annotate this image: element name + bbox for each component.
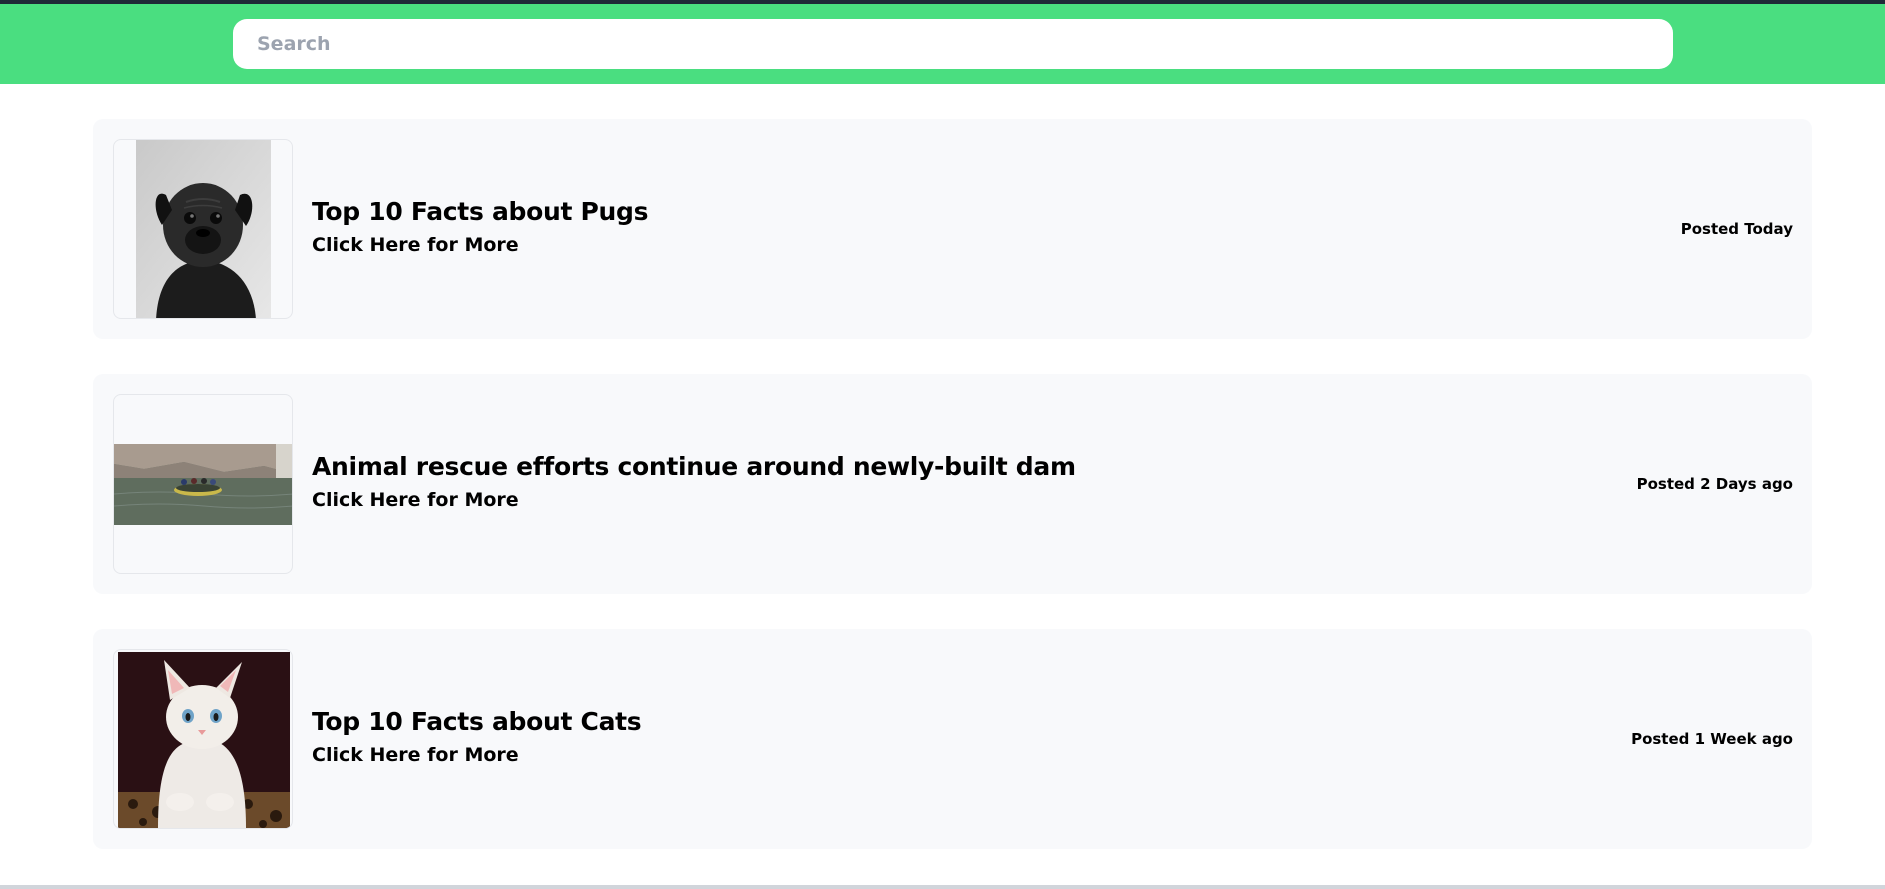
- post-title: Top 10 Facts about Cats: [312, 707, 642, 736]
- header-bar: [0, 4, 1885, 84]
- post-card[interactable]: Top 10 Facts about Cats Click Here for M…: [93, 629, 1812, 849]
- post-read-more-link[interactable]: Click Here for More: [312, 744, 519, 766]
- post-card[interactable]: Top 10 Facts about Pugs Click Here for M…: [93, 119, 1812, 339]
- post-thumbnail[interactable]: [113, 139, 293, 319]
- search-input[interactable]: [233, 19, 1673, 69]
- post-date: Posted Today: [1680, 220, 1793, 238]
- post-read-more-link[interactable]: Click Here for More: [312, 489, 519, 511]
- post-date: Posted 1 Week ago: [1631, 730, 1793, 748]
- kitten-image: [118, 652, 290, 828]
- rescue-raft-image: [114, 444, 292, 525]
- post-thumbnail[interactable]: [113, 394, 293, 574]
- horizontal-scrollbar[interactable]: [0, 885, 1885, 889]
- post-card[interactable]: Animal rescue efforts continue around ne…: [93, 374, 1812, 594]
- post-date: Posted 2 Days ago: [1636, 475, 1793, 493]
- post-read-more-link[interactable]: Click Here for More: [312, 234, 519, 256]
- post-title: Animal rescue efforts continue around ne…: [312, 452, 1076, 481]
- post-thumbnail[interactable]: [113, 649, 293, 829]
- post-title: Top 10 Facts about Pugs: [312, 197, 649, 226]
- pug-image: [136, 140, 271, 318]
